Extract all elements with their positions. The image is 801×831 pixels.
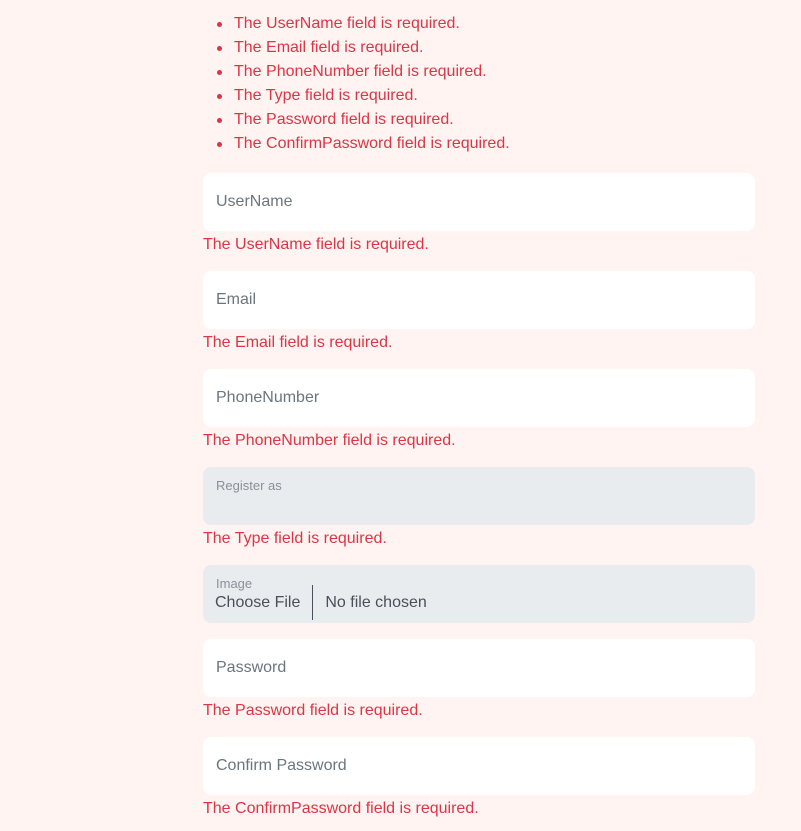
image-file-input[interactable]: Image Choose File No file chosen — [203, 565, 755, 623]
file-status: No file chosen — [325, 594, 427, 611]
phone-group: PhoneNumber The PhoneNumber field is req… — [203, 369, 755, 452]
confirm-password-group: Confirm Password The ConfirmPassword fie… — [203, 737, 755, 820]
username-input[interactable]: UserName — [203, 173, 755, 231]
validation-summary: The UserName field is required. The Emai… — [203, 12, 510, 156]
password-error: The Password field is required. — [203, 702, 423, 719]
password-input[interactable]: Password — [203, 639, 755, 697]
choose-file-button[interactable]: Choose File — [215, 585, 314, 620]
type-group: Register as The Type field is required. — [203, 467, 755, 550]
username-placeholder: UserName — [216, 193, 293, 210]
summary-item: The Password field is required. — [217, 108, 510, 132]
password-placeholder: Password — [216, 659, 287, 676]
confirm-password-error: The ConfirmPassword field is required. — [203, 800, 479, 817]
type-error: The Type field is required. — [203, 530, 387, 547]
summary-item: The Type field is required. — [217, 84, 510, 108]
phone-error: The PhoneNumber field is required. — [203, 432, 456, 449]
email-input[interactable]: Email — [203, 271, 755, 329]
confirm-password-input[interactable]: Confirm Password — [203, 737, 755, 795]
register-form: The UserName field is required. The Emai… — [0, 0, 801, 831]
email-error: The Email field is required. — [203, 334, 393, 351]
confirm-password-placeholder: Confirm Password — [216, 757, 347, 774]
phone-placeholder: PhoneNumber — [216, 389, 320, 406]
register-as-select[interactable]: Register as — [203, 467, 755, 525]
username-error: The UserName field is required. — [203, 236, 429, 253]
email-group: Email The Email field is required. — [203, 271, 755, 354]
summary-item: The UserName field is required. — [217, 12, 510, 36]
username-group: UserName The UserName field is required. — [203, 173, 755, 256]
file-picker: Choose File No file chosen — [215, 585, 427, 620]
image-group: Image Choose File No file chosen — [203, 565, 755, 623]
password-group: Password The Password field is required. — [203, 639, 755, 722]
phone-input[interactable]: PhoneNumber — [203, 369, 755, 427]
summary-item: The Email field is required. — [217, 36, 510, 60]
register-as-label: Register as — [216, 478, 282, 493]
summary-item: The ConfirmPassword field is required. — [217, 132, 510, 156]
email-placeholder: Email — [216, 291, 257, 308]
summary-item: The PhoneNumber field is required. — [217, 60, 510, 84]
